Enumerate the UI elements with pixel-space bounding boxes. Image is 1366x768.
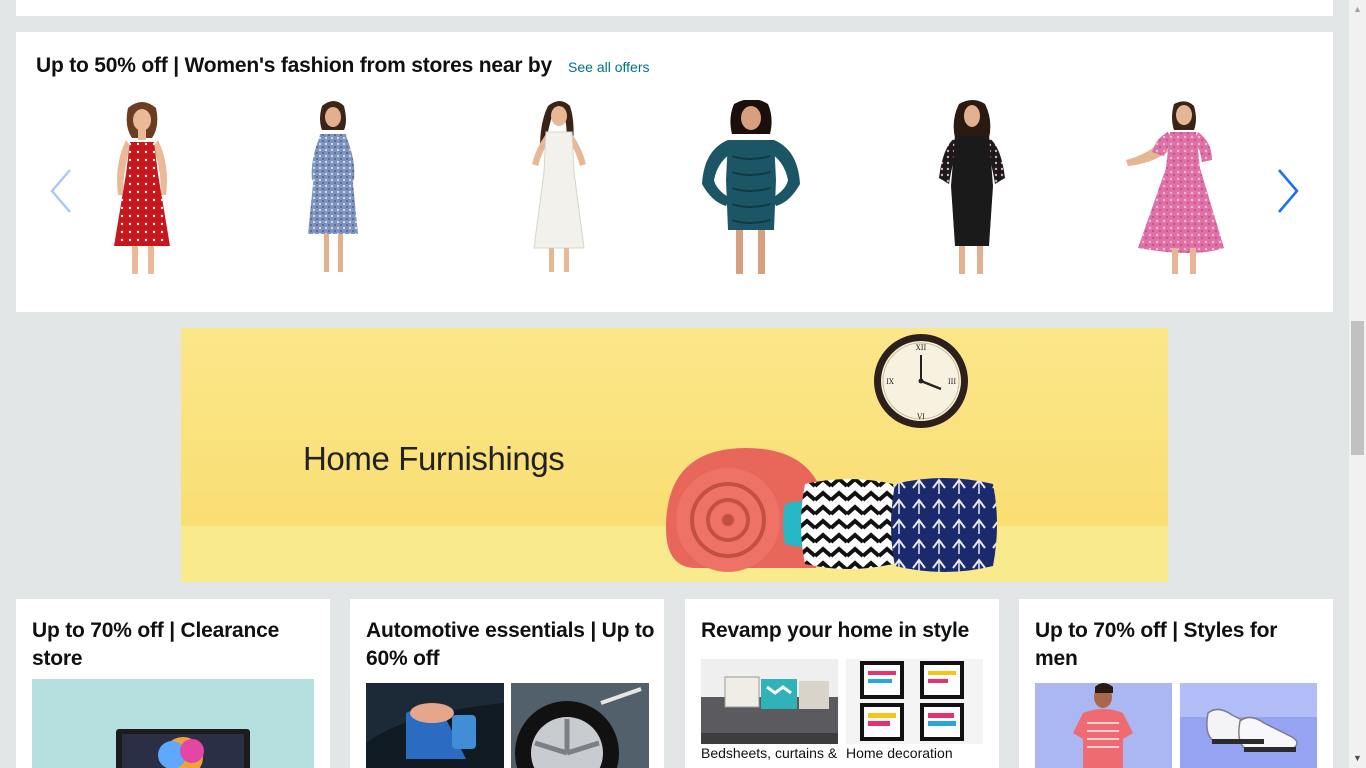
chevron-cushion-image [801,479,897,569]
mens-tshirt-image[interactable] [1035,683,1172,768]
product-image [308,101,358,272]
tire-cleaning-image[interactable] [511,683,649,768]
card-title: Automotive essentials | Up to 60% off [366,619,655,670]
product-item[interactable] [686,99,816,278]
product-image [114,102,170,274]
previous-section-card [16,0,1333,16]
mens-shoes-image[interactable] [1180,683,1317,768]
laptop-icon [32,679,314,768]
product-image [702,99,800,274]
product-list [76,99,1266,278]
scroll-up-arrow-icon[interactable]: ▲ [1353,4,1362,14]
clearance-laptop-image[interactable] [32,679,314,768]
car-cleaning-icon [366,683,504,768]
man-icon [1035,683,1172,768]
sneakers-icon [1180,683,1317,768]
mens-styles-card: Up to 70% off | Styles for men [1019,599,1333,768]
banner-title: Home Furnishings [303,440,565,477]
carousel-title: Up to 50% off | Women's fashion from sto… [36,54,553,77]
womens-fashion-carousel: Up to 50% off | Women's fashion from sto… [16,32,1333,312]
chevron-right-icon [1278,169,1299,213]
carousel-header: Up to 50% off | Women's fashion from sto… [36,54,650,78]
clearance-store-card: Up to 70% off | Clearance store [16,599,330,768]
home-decoration-image[interactable] [846,659,983,744]
carousel-prev-button[interactable] [46,166,76,216]
bedsheets-image[interactable] [701,659,838,744]
scroll-down-arrow-icon[interactable]: ▼ [1353,753,1362,763]
navy-cushion-image [891,478,997,572]
home-furnishings-banner[interactable]: Home Furnishings XII III VI IX [181,328,1168,582]
automotive-essentials-card: Automotive essentials | Up to 60% off [350,599,664,768]
svg-text:XII: XII [916,344,927,352]
scrollbar-thumb[interactable] [1351,321,1364,455]
page-scrollbar[interactable]: ▲ ▼ [1349,0,1366,768]
card-title: Up to 70% off | Clearance store [32,619,280,670]
product-image [532,101,586,272]
svg-text:VI: VI [916,413,925,421]
product-item[interactable] [276,100,386,278]
wall-frames-icon [846,659,983,744]
car-cleaning-image[interactable] [366,683,504,768]
home-decoration-label[interactable]: Home decoration [846,745,983,761]
product-item[interactable] [1106,100,1236,278]
svg-text:III: III [948,378,957,386]
sofa-icon [701,659,838,744]
bedsheets-label[interactable]: Bedsheets, curtains & more [701,745,838,761]
svg-text:IX: IX [886,378,894,386]
clock-icon: XII III VI IX [874,334,968,428]
tire-icon [511,683,649,768]
card-title: Up to 70% off | Styles for men [1035,619,1278,670]
chevron-left-icon [50,169,71,213]
card-title: Revamp your home in style [701,619,970,642]
product-image [1126,101,1224,274]
see-all-offers-link[interactable]: See all offers [568,59,649,75]
product-image [939,100,1005,274]
product-item[interactable] [504,100,614,278]
product-item[interactable] [921,100,1021,278]
product-item[interactable] [86,100,196,278]
revamp-home-card: Revamp your home in style Bedsheets, cur… [685,599,999,768]
carousel-next-button[interactable] [1273,166,1303,216]
